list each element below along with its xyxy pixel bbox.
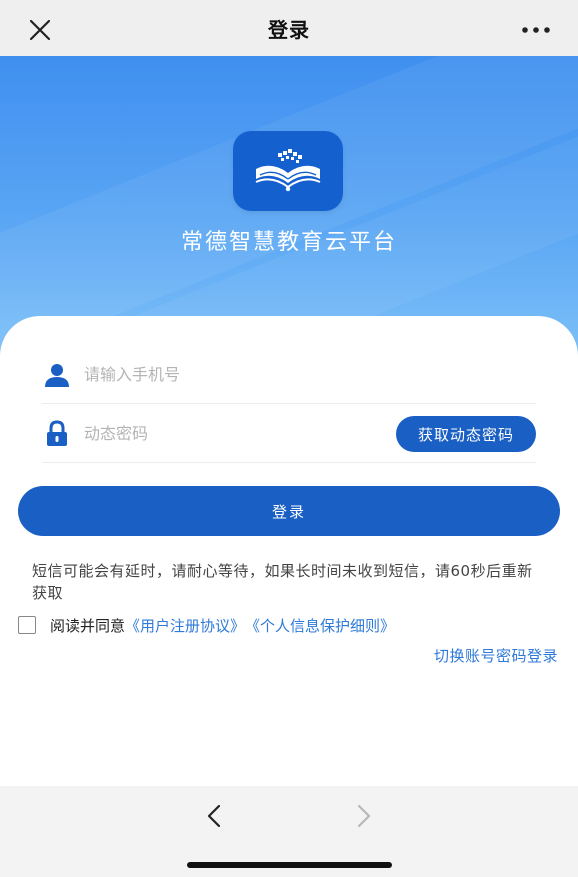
title-bar: 登录 [0,0,578,56]
sms-delay-notice: 短信可能会有延时，请耐心等待，如果长时间未收到短信，请60秒后重新获取 [32,562,533,602]
page-title: 登录 [268,17,310,42]
browser-bottom-bar [0,786,578,877]
user-icon [42,360,72,390]
login-button[interactable]: 登录 [18,486,560,536]
app-name: 常德智慧教育云平台 [180,230,397,255]
forward-button[interactable] [346,798,382,834]
phone-input[interactable] [84,365,364,384]
dynamic-code-input[interactable] [84,424,364,443]
agree-checkbox[interactable] [18,616,36,634]
back-button[interactable] [196,798,232,834]
phone-field-row [42,346,536,404]
switch-password-login-link[interactable]: 切换账号密码登录 [434,645,558,666]
open-book-logo-icon [255,149,321,192]
chevron-left-icon [207,804,221,828]
user-agreement-link[interactable]: 《用户注册协议》 [125,615,245,636]
lock-icon [42,419,72,449]
agreement-row: 阅读并同意 《用户注册协议》 《个人信息保护细则》 [18,614,395,636]
privacy-policy-link[interactable]: 《个人信息保护细则》 [245,615,395,636]
close-icon [29,19,51,41]
code-field-row: 获取动态密码 [42,405,536,463]
agreement-prefix: 阅读并同意 [50,616,126,635]
more-button[interactable] [516,12,556,48]
more-icon [522,27,550,33]
get-code-button[interactable]: 获取动态密码 [396,416,536,452]
chevron-right-icon [357,804,371,828]
app-logo [233,131,343,211]
home-indicator [187,862,392,868]
close-button[interactable] [22,12,58,48]
